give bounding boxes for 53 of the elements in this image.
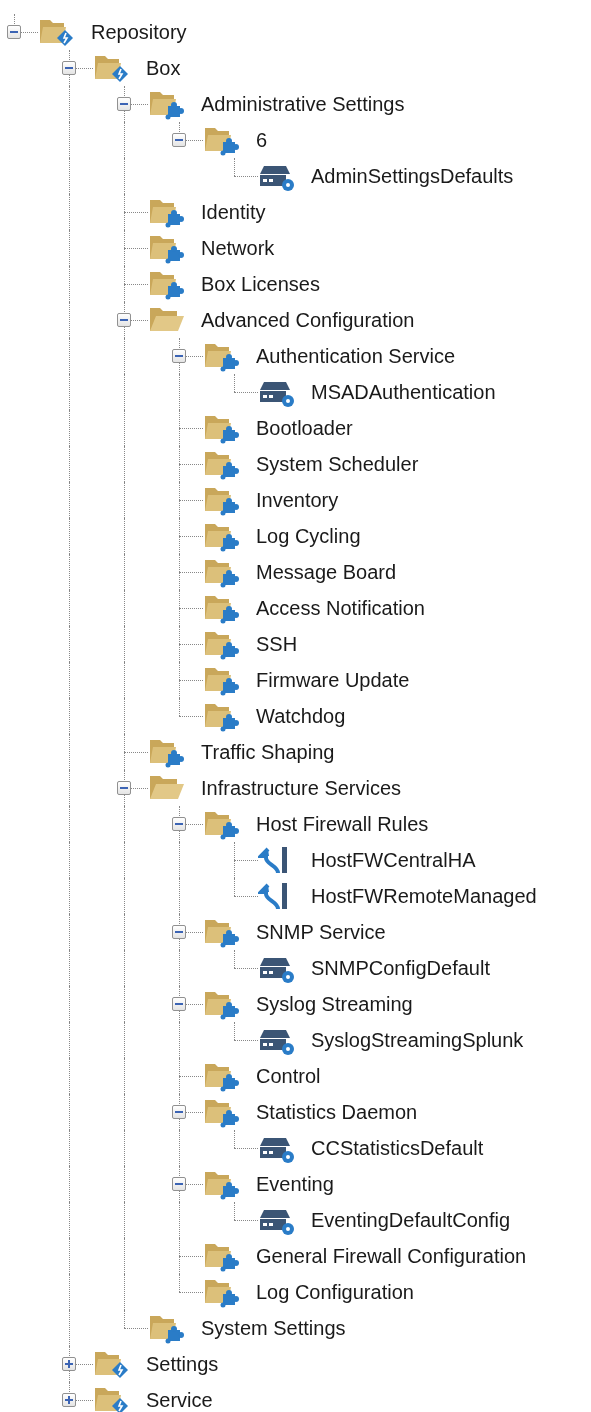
tree-item[interactable]: Log Configuration [256,1280,414,1304]
collapse-toggle[interactable] [172,1177,186,1191]
collapse-toggle[interactable] [117,313,131,327]
tree-item[interactable]: Authentication Service [256,344,455,368]
tree-item[interactable]: Advanced Configuration [201,308,415,332]
tree-item[interactable]: HostFWCentralHA [311,848,476,872]
tree-item[interactable]: General Firewall Configuration [256,1244,527,1268]
tree-item[interactable]: Identity [201,200,266,224]
tree-item[interactable]: CCStatisticsDefault [311,1136,484,1160]
tree-item[interactable]: Control [256,1064,321,1088]
collapse-toggle[interactable] [172,1105,186,1119]
tree-item[interactable]: MSADAuthentication [311,380,496,404]
collapse-toggle[interactable] [172,817,186,831]
tree-item[interactable]: Box [146,56,181,80]
tree-item[interactable]: Inventory [256,488,339,512]
tree-item[interactable]: SyslogStreamingSplunk [311,1028,524,1052]
tree-item[interactable]: Watchdog [256,704,346,728]
tree-item[interactable]: SSH [256,632,298,656]
tree-item[interactable]: Syslog Streaming [256,992,413,1016]
tree-item[interactable]: Log Cycling [256,524,361,548]
tree-item[interactable]: System Scheduler [256,452,419,476]
tree-item[interactable]: Firmware Update [256,668,410,692]
tree-item[interactable]: SNMP Service [256,920,386,944]
tree-item[interactable]: System Settings [201,1316,346,1340]
tree-item[interactable]: Bootloader [256,416,353,440]
tree-item[interactable]: SNMPConfigDefault [311,956,490,980]
collapse-toggle[interactable] [62,61,76,75]
collapse-toggle[interactable] [117,97,131,111]
tree-item[interactable]: Eventing [256,1172,334,1196]
tree-item[interactable]: HostFWRemoteManaged [311,884,537,908]
tree-item[interactable]: Network [201,236,275,260]
collapse-toggle[interactable] [7,25,21,39]
collapse-toggle[interactable] [117,781,131,795]
tree-item[interactable]: Repository [91,20,187,44]
collapse-toggle[interactable] [172,349,186,363]
collapse-toggle[interactable] [172,133,186,147]
tree-item[interactable]: Administrative Settings [201,92,405,116]
tree-item[interactable]: Host Firewall Rules [256,812,429,836]
tree-item[interactable]: AdminSettingsDefaults [311,164,514,188]
expand-toggle[interactable] [62,1393,76,1407]
tree-item[interactable]: Service [146,1388,213,1412]
expand-toggle[interactable] [62,1357,76,1371]
tree-item[interactable]: Settings [146,1352,219,1376]
tree-item[interactable]: Access Notification [256,596,425,620]
tree-item[interactable]: Box Licenses [201,272,320,296]
tree-item[interactable]: EventingDefaultConfig [311,1208,510,1232]
tree-item[interactable]: Message Board [256,560,397,584]
tree-item[interactable]: Infrastructure Services [201,776,402,800]
tree-item[interactable]: Statistics Daemon [256,1100,418,1124]
tree-item[interactable]: 6 [256,128,268,152]
tree-item[interactable]: Traffic Shaping [201,740,335,764]
collapse-toggle[interactable] [172,997,186,1011]
collapse-toggle[interactable] [172,925,186,939]
